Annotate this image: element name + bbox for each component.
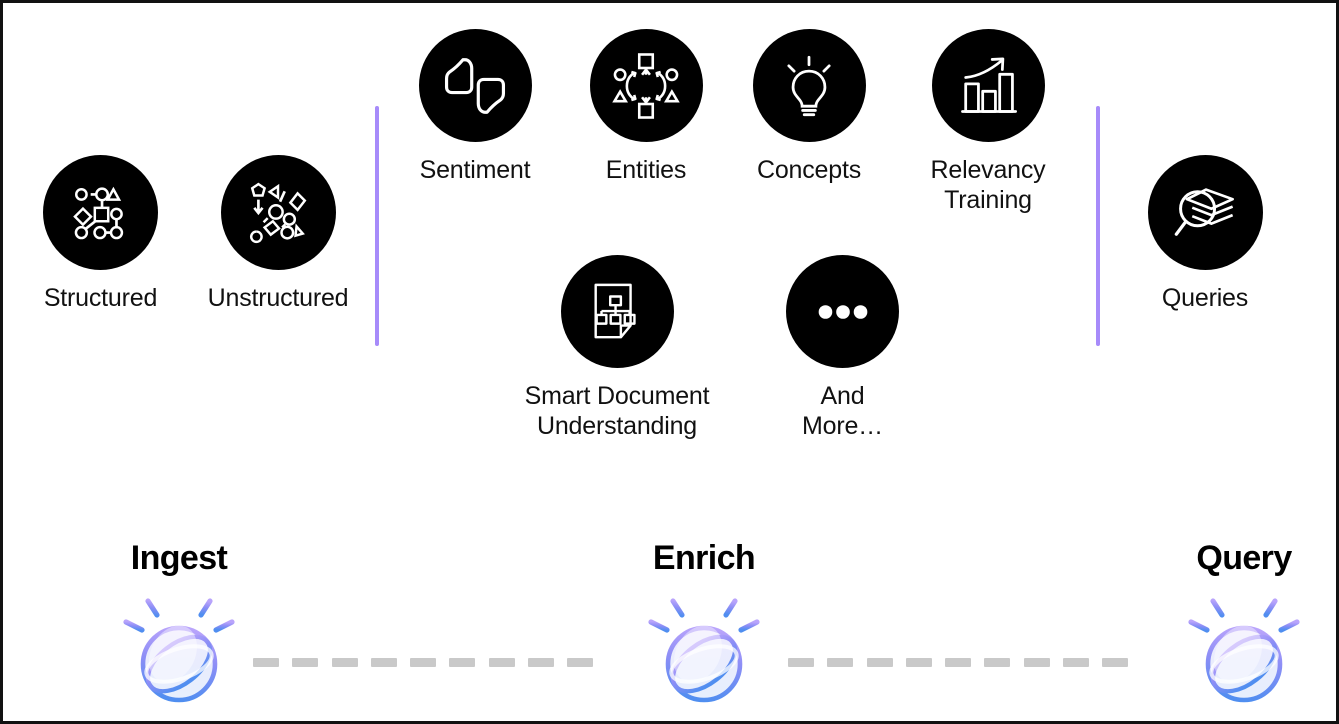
node-smart-document-understanding: Smart Document Understanding (503, 255, 731, 441)
diagram-canvas: Structured Unstructured Sentiment Entiti… (0, 0, 1339, 724)
node-concepts: Concepts (738, 29, 880, 185)
structured-data-icon (43, 155, 158, 270)
connector-enrich-query (788, 658, 1128, 667)
node-relevancy-training: Relevancy Training (908, 29, 1068, 215)
unstructured-data-icon (220, 155, 336, 270)
node-label: Relevancy Training (930, 156, 1046, 214)
node-label: Concepts (756, 156, 861, 184)
node-unstructured: Unstructured (193, 155, 363, 313)
stage-label: Ingest (130, 539, 228, 577)
divider-enrich-query (1096, 106, 1100, 346)
stage-query: Query (1168, 539, 1320, 717)
node-label: Unstructured (207, 284, 349, 312)
stage-label: Enrich (652, 539, 756, 577)
thumbs-up-down-icon (418, 29, 532, 142)
stage-enrich: Enrich (628, 539, 780, 717)
watson-avatar-icon (115, 584, 243, 717)
stage-ingest: Ingest (103, 539, 255, 717)
node-and-more: And More… (771, 255, 914, 441)
magnifier-documents-icon (1147, 155, 1263, 270)
lightbulb-icon (752, 29, 866, 142)
document-tree-icon (560, 255, 674, 368)
node-sentiment: Sentiment (400, 29, 550, 185)
node-label: And More… (802, 382, 883, 440)
node-label: Smart Document Understanding (524, 382, 710, 440)
stage-label: Query (1196, 539, 1292, 577)
node-label: Structured (43, 284, 158, 312)
node-label: Entities (605, 156, 687, 184)
connector-ingest-enrich (253, 658, 593, 667)
watson-avatar-icon (640, 584, 768, 717)
node-label: Queries (1161, 284, 1249, 312)
node-structured: Structured (23, 155, 178, 313)
node-label: Sentiment (419, 156, 531, 184)
entity-network-icon (589, 29, 703, 142)
node-entities: Entities (573, 29, 719, 185)
watson-avatar-icon (1180, 584, 1308, 717)
node-queries: Queries (1131, 155, 1279, 313)
ellipsis-icon (786, 255, 899, 368)
bar-chart-trend-icon (931, 29, 1045, 142)
divider-ingest-enrich (375, 106, 379, 346)
